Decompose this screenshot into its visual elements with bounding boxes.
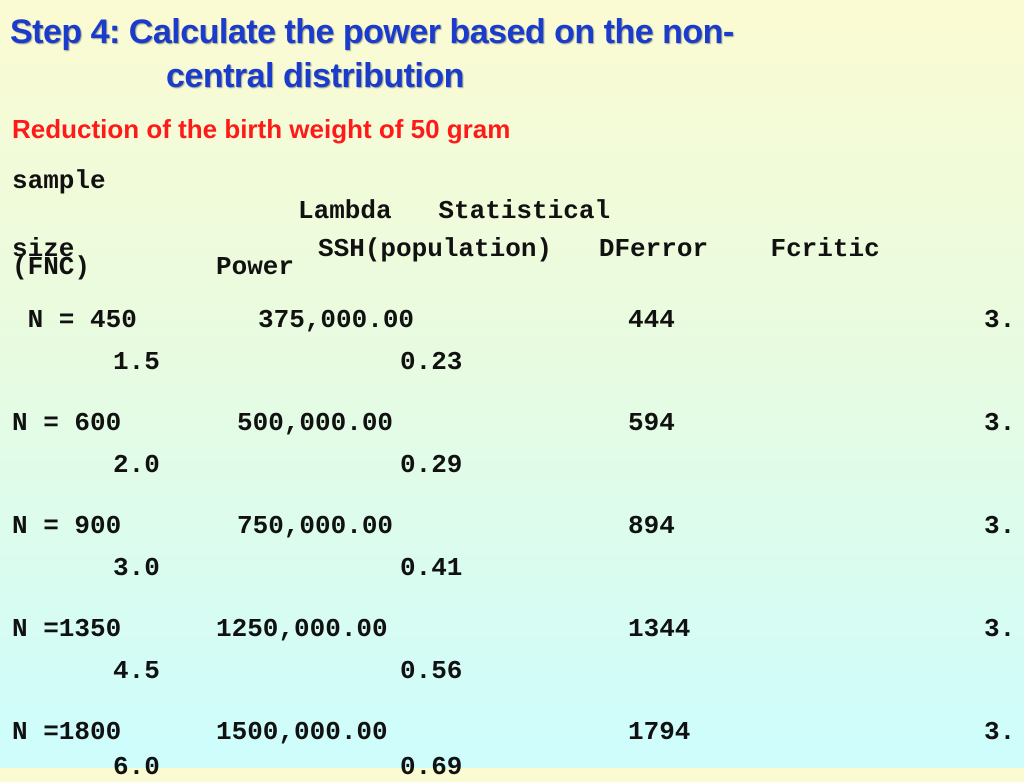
row-power: 0.69 bbox=[400, 752, 463, 782]
row-sample-size: N =1350 bbox=[12, 614, 122, 644]
slide-subtitle: Reduction of the birth weight of 50 gram bbox=[12, 114, 511, 144]
row-dferror: 444 bbox=[628, 305, 675, 335]
row-lambda: 6.0 bbox=[113, 752, 160, 782]
title-line-1: Step 4: Calculate the power based on the… bbox=[10, 13, 734, 51]
slide-title: Step 4: Calculate the power based on the… bbox=[10, 10, 1010, 98]
row-sample-size: N = 900 bbox=[12, 511, 122, 541]
row-lambda: 1.5 bbox=[113, 347, 160, 377]
header-ssh-df-f: SSH(population) DFerror Fcritic bbox=[318, 234, 880, 264]
header-power: Power bbox=[216, 252, 295, 282]
row-lambda: 3.0 bbox=[113, 553, 160, 583]
row-sample-size: N = 600 bbox=[12, 408, 122, 438]
header-lambda-stat: Lambda Statistical bbox=[298, 196, 611, 226]
row-power: 0.23 bbox=[400, 347, 463, 377]
row-sample-size: N =1800 bbox=[12, 717, 122, 747]
header-fnc: (FNC) bbox=[12, 252, 91, 282]
row-power: 0.41 bbox=[400, 553, 463, 583]
title-line-2: central distribution bbox=[166, 57, 464, 95]
row-dferror: 1794 bbox=[628, 717, 691, 747]
row-ssh: 1500,000.00 bbox=[216, 717, 388, 747]
row-ssh: 375,000.00 bbox=[258, 305, 415, 335]
row-power: 0.29 bbox=[400, 450, 463, 480]
row-dferror: 1344 bbox=[628, 614, 691, 644]
row-ssh: 750,000.00 bbox=[237, 511, 394, 541]
row-dferror: 894 bbox=[628, 511, 675, 541]
row-ssh: 1250,000.00 bbox=[216, 614, 388, 644]
row-lambda: 4.5 bbox=[113, 656, 160, 686]
row-ssh: 500,000.00 bbox=[237, 408, 394, 438]
row-dferror: 594 bbox=[628, 408, 675, 438]
row-power: 0.56 bbox=[400, 656, 463, 686]
row-fcritic: 3. bbox=[984, 305, 1016, 335]
row-sample-size: N = 450 bbox=[12, 305, 137, 335]
row-fcritic: 3. bbox=[984, 511, 1016, 541]
row-lambda: 2.0 bbox=[113, 450, 160, 480]
row-fcritic: 3. bbox=[984, 717, 1016, 747]
row-fcritic: 3. bbox=[984, 614, 1016, 644]
row-fcritic: 3. bbox=[984, 408, 1016, 438]
header-sample: sample bbox=[12, 166, 106, 196]
